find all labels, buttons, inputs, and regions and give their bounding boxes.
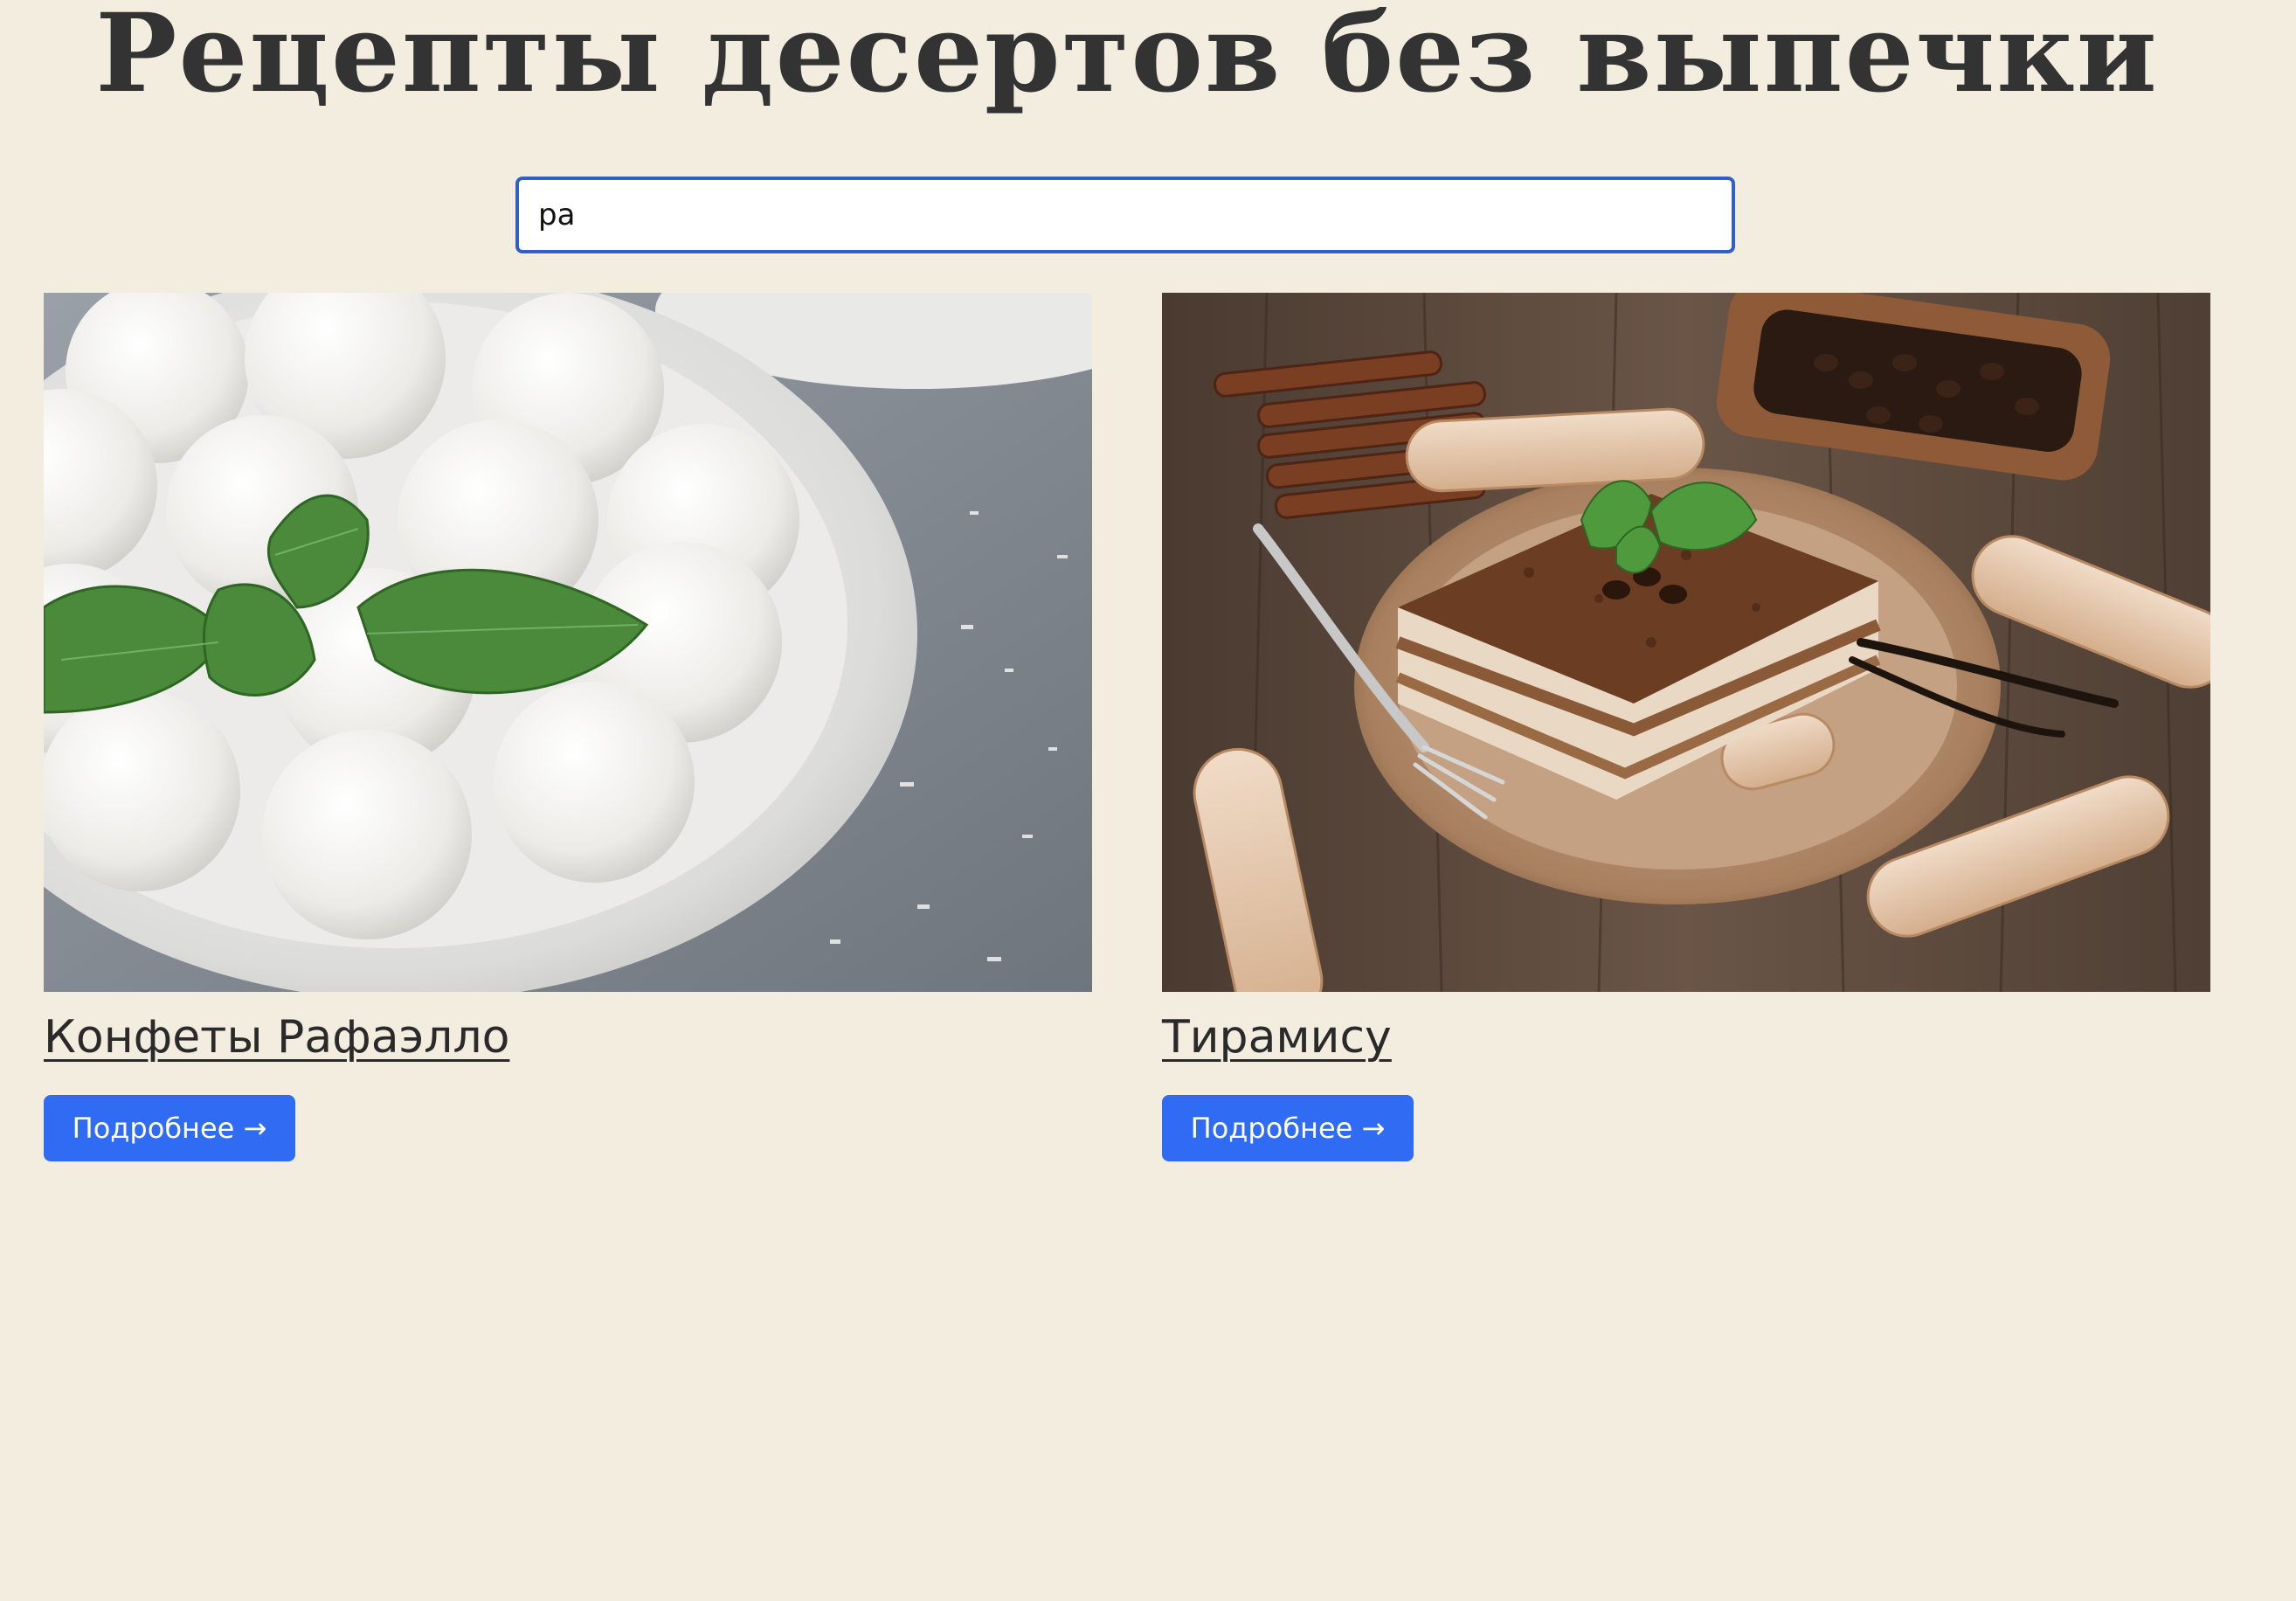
- search-input[interactable]: [515, 177, 1735, 253]
- recipe-title-link[interactable]: Тирамису: [1162, 1011, 1392, 1064]
- page-title: Рецепты десертов без выпечки: [95, 0, 2159, 117]
- coconut-candies-photo[interactable]: [44, 293, 1092, 992]
- details-button[interactable]: Подробнее →: [44, 1095, 295, 1161]
- details-button[interactable]: Подробнее →: [1162, 1095, 1414, 1161]
- recipe-card: Тирамису Подробнее →: [1162, 293, 2210, 1161]
- tiramisu-photo[interactable]: [1162, 293, 2210, 992]
- recipe-card: Конфеты Рафаэлло Подробнее →: [44, 293, 1092, 1161]
- recipe-title-link[interactable]: Конфеты Рафаэлло: [44, 1011, 509, 1064]
